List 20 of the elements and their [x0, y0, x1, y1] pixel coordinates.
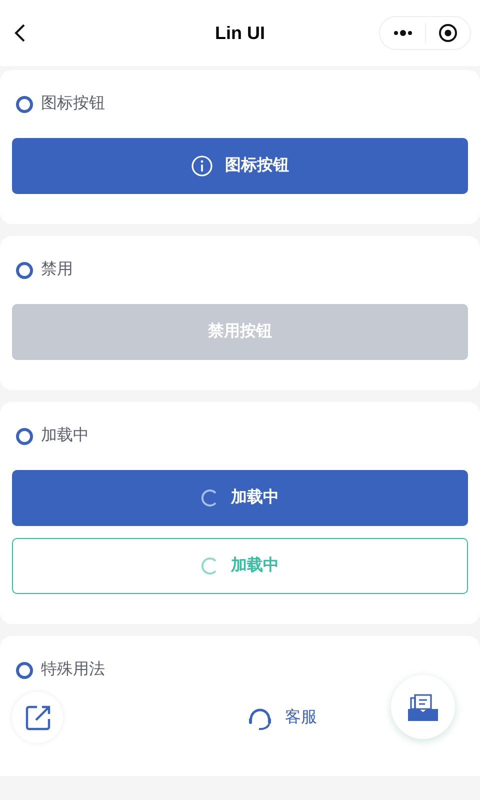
ring-icon [16, 96, 33, 112]
primary-button[interactable]: 图标按钮 [12, 138, 468, 194]
ring-icon [16, 428, 33, 444]
section-title: 禁用 [41, 260, 73, 280]
more-icon[interactable] [393, 29, 413, 37]
ring-icon [16, 662, 33, 678]
share-icon [24, 704, 50, 730]
info-icon [191, 155, 213, 177]
close-icon[interactable] [438, 23, 458, 43]
primary-button[interactable]: 加载中 [12, 470, 468, 526]
floating-button[interactable] [391, 674, 455, 738]
section-title: 图标按钮 [41, 94, 105, 114]
ring-icon [16, 262, 33, 278]
spinner-icon [201, 557, 219, 575]
back-icon[interactable] [14, 23, 26, 43]
customer-service-button[interactable]: 客服 [247, 704, 317, 730]
section-title: 加载中 [41, 426, 89, 446]
page-title: Lin UI [215, 22, 265, 44]
section-title: 特殊用法 [41, 660, 105, 680]
spinner-icon [201, 489, 219, 507]
